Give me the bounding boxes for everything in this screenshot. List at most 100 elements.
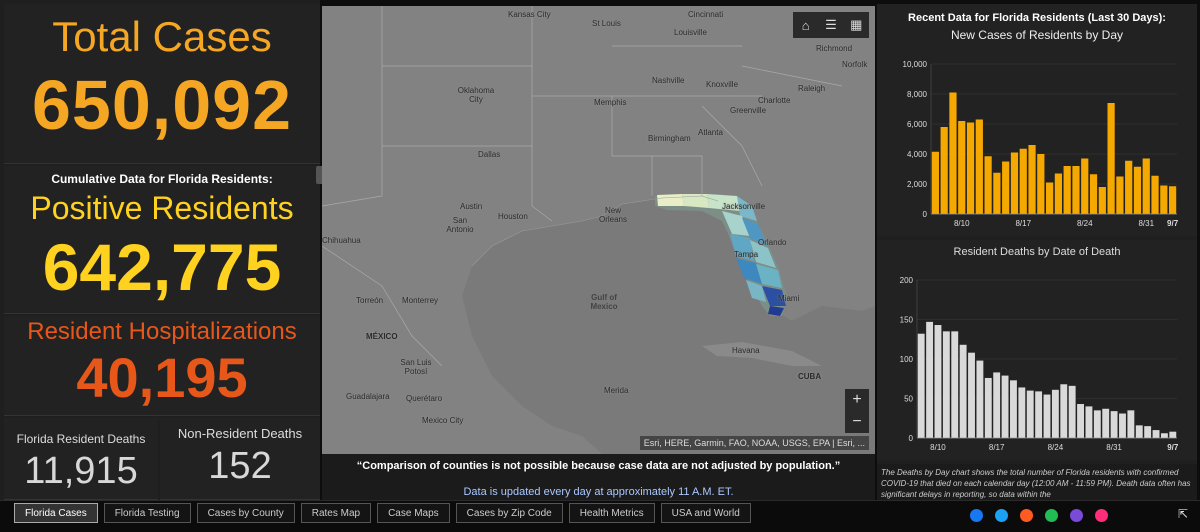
bar[interactable] bbox=[975, 119, 983, 215]
city-label: Richmond bbox=[816, 44, 853, 53]
bar[interactable] bbox=[968, 352, 975, 438]
share-icon[interactable] bbox=[1020, 509, 1033, 522]
city-label: Oklahoma City bbox=[457, 86, 495, 104]
city-label: St Louis bbox=[592, 19, 621, 28]
bar[interactable] bbox=[1085, 406, 1093, 438]
bar[interactable] bbox=[1068, 385, 1076, 438]
bar[interactable] bbox=[1060, 384, 1068, 438]
bar[interactable] bbox=[917, 333, 925, 438]
bar[interactable] bbox=[951, 331, 959, 438]
bar[interactable] bbox=[940, 127, 948, 214]
zoom-out-button[interactable]: − bbox=[845, 411, 869, 433]
bar[interactable] bbox=[926, 321, 934, 438]
total-cases-label: Total Cases bbox=[52, 13, 272, 60]
email-icon[interactable] bbox=[1070, 509, 1083, 522]
bar[interactable] bbox=[1102, 408, 1110, 438]
bar[interactable] bbox=[1018, 387, 1026, 438]
bar[interactable] bbox=[993, 372, 1001, 438]
x-tick-label: 8/17 bbox=[989, 443, 1005, 452]
bar[interactable] bbox=[931, 151, 939, 214]
bar[interactable] bbox=[1110, 411, 1118, 438]
bar[interactable] bbox=[959, 344, 967, 438]
bar[interactable] bbox=[1010, 152, 1019, 215]
tab-florida-testing[interactable]: Florida Testing bbox=[103, 503, 191, 523]
bar[interactable] bbox=[1002, 161, 1010, 215]
bar[interactable] bbox=[1160, 185, 1168, 215]
bar[interactable] bbox=[1152, 430, 1160, 438]
bar[interactable] bbox=[1028, 145, 1036, 214]
right-panel: Recent Data for Florida Residents (Last … bbox=[877, 4, 1197, 500]
update-note: Data is updated every day at approximate… bbox=[463, 486, 734, 498]
bar[interactable] bbox=[1133, 166, 1142, 214]
bar[interactable] bbox=[1077, 404, 1084, 438]
map-view[interactable]: Kansas City St Louis Cincinnati Louisvil… bbox=[322, 6, 875, 454]
city-label: Nashville bbox=[652, 76, 685, 85]
bar[interactable] bbox=[1119, 413, 1126, 438]
bar[interactable] bbox=[1072, 166, 1080, 214]
bar[interactable] bbox=[1043, 394, 1051, 438]
bar[interactable] bbox=[1144, 426, 1152, 438]
bar[interactable] bbox=[1116, 176, 1124, 215]
home-icon[interactable]: ⌂ bbox=[793, 12, 818, 38]
zoom-in-button[interactable]: + bbox=[845, 389, 869, 411]
bar[interactable] bbox=[1019, 148, 1027, 214]
sms-icon[interactable] bbox=[1045, 509, 1058, 522]
city-label: Louisville bbox=[674, 28, 707, 37]
bar[interactable] bbox=[1001, 375, 1009, 438]
bar[interactable] bbox=[1037, 154, 1045, 214]
bar[interactable] bbox=[1151, 175, 1159, 214]
bar[interactable] bbox=[1160, 433, 1168, 438]
bar[interactable] bbox=[934, 325, 942, 438]
bar[interactable] bbox=[966, 122, 975, 215]
positive-residents-card: Cumulative Data for Florida Residents: P… bbox=[4, 166, 320, 314]
qr-icon[interactable]: ▦ bbox=[844, 12, 869, 38]
bar[interactable] bbox=[1035, 391, 1043, 438]
popout-icon[interactable]: ⇱ bbox=[1178, 507, 1188, 521]
bar[interactable] bbox=[1093, 410, 1101, 438]
bar[interactable] bbox=[1046, 182, 1054, 215]
florida-deaths-card: Florida Resident Deaths 11,915 bbox=[4, 418, 158, 500]
twitter-icon[interactable] bbox=[995, 509, 1008, 522]
tab-case-maps[interactable]: Case Maps bbox=[377, 503, 450, 523]
new-cases-chart: Recent Data for Florida Residents (Last … bbox=[877, 4, 1197, 236]
bar[interactable] bbox=[1010, 380, 1017, 438]
bar[interactable] bbox=[1125, 160, 1133, 214]
new-cases-chart-svg: 0 2,000 4,000 6,000 8,000 10,000 8/10 8/17 8/24 8… bbox=[903, 60, 1179, 228]
facebook-icon[interactable] bbox=[970, 509, 983, 522]
bar[interactable] bbox=[958, 121, 966, 214]
bar[interactable] bbox=[1107, 103, 1115, 214]
map-toolbar: ⌂ ☰ ▦ bbox=[793, 12, 869, 38]
tab-health-metrics[interactable]: Health Metrics bbox=[568, 503, 655, 523]
bar[interactable] bbox=[1142, 158, 1150, 215]
city-label: Merida bbox=[604, 386, 629, 395]
tab-cases-by-zip-code[interactable]: Cases by Zip Code bbox=[455, 503, 563, 523]
left-panel: Total Cases 650,092 Cumulative Data for … bbox=[0, 0, 324, 500]
tab-rates-map[interactable]: Rates Map bbox=[300, 503, 372, 523]
bar[interactable] bbox=[942, 331, 950, 438]
tab-cases-by-county[interactable]: Cases by County bbox=[196, 503, 295, 523]
bar[interactable] bbox=[1026, 390, 1034, 438]
legend-icon[interactable]: ☰ bbox=[818, 12, 843, 38]
city-label: Atlanta bbox=[698, 128, 723, 137]
bar[interactable] bbox=[1169, 186, 1177, 214]
bar[interactable] bbox=[1054, 173, 1062, 215]
bar[interactable] bbox=[976, 360, 984, 438]
bar[interactable] bbox=[1169, 431, 1177, 438]
x-tick-label: 9/7 bbox=[1167, 219, 1179, 228]
bar[interactable] bbox=[1135, 425, 1143, 438]
tab-florida-cases[interactable]: Florida Cases bbox=[14, 503, 98, 523]
bar[interactable] bbox=[1063, 166, 1071, 214]
bar[interactable] bbox=[993, 172, 1001, 214]
city-label: Houston bbox=[498, 212, 528, 221]
bar[interactable] bbox=[984, 156, 992, 214]
bar[interactable] bbox=[1098, 187, 1106, 214]
bar[interactable] bbox=[1089, 174, 1098, 214]
link-icon[interactable] bbox=[1095, 509, 1108, 522]
bar[interactable] bbox=[949, 92, 957, 215]
bar[interactable] bbox=[1081, 158, 1089, 215]
tab-usa-and-world[interactable]: USA and World bbox=[660, 503, 751, 523]
bar[interactable] bbox=[1051, 389, 1059, 438]
city-label: Monterrey bbox=[402, 296, 439, 305]
bar[interactable] bbox=[1127, 410, 1135, 438]
bar[interactable] bbox=[984, 377, 992, 438]
